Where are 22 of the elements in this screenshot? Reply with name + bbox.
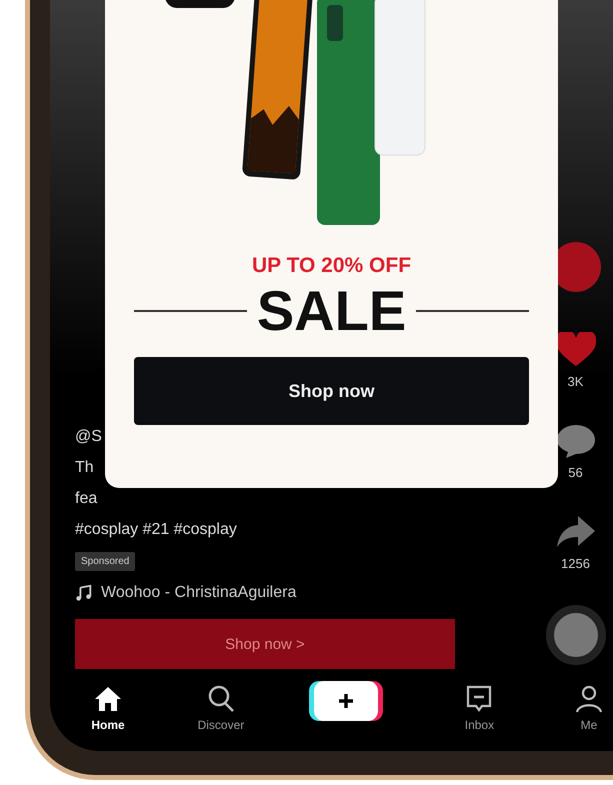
action-count: 3K [568,374,584,389]
nav-tab[interactable]: Discover [198,684,244,732]
profile-icon [574,684,604,714]
caption-text: Th [75,459,94,477]
home-icon [93,684,123,714]
nav-tab[interactable]: Inbox [459,684,500,732]
username[interactable]: @S [75,428,102,446]
offer-text: UP TO 20% OFF [252,254,412,278]
nav-tab[interactable]: Me [569,684,609,732]
action-count: 56 [568,465,583,480]
song-title[interactable]: Woohoo - ChristinaAguilera [101,584,296,602]
sponsored-badge: Sponsored [75,552,136,571]
caption-text: fea [75,490,98,508]
shop-now-button[interactable]: Shop now [134,357,529,425]
shop-now-bar[interactable]: Shop now > [75,619,455,669]
comment-icon[interactable] [556,423,596,459]
heart-icon[interactable] [556,332,596,368]
hashtags[interactable]: #cosplay #21 #cosplay [75,521,237,539]
music-note-icon [75,584,93,602]
nav-tab[interactable]: Home [88,684,128,732]
sale-headline: SALE [256,278,406,343]
action-count: 1256 [561,556,590,571]
